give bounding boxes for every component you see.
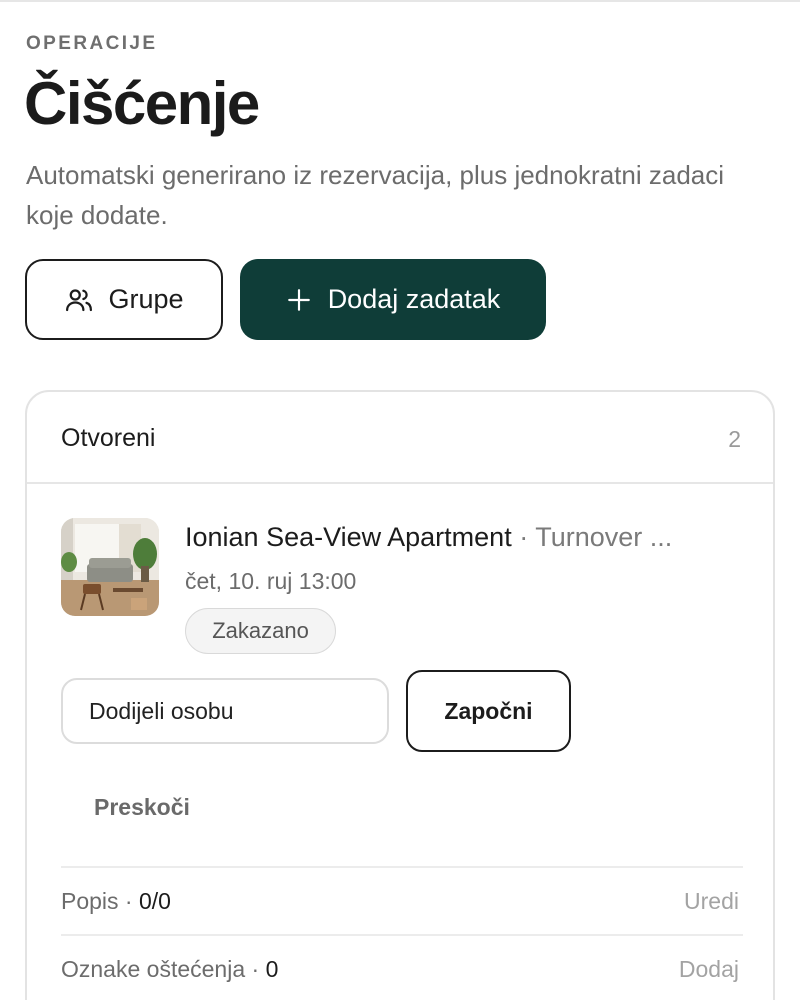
checklist-label: Popis · [61,888,133,914]
damage-row: Oznake oštećenja · 0 [61,956,278,983]
section-eyebrow: OPERACIJE [26,33,158,54]
add-task-button-label: Dodaj zadatak [327,284,501,314]
users-icon [64,285,94,315]
checklist-row: Popis · 0/0 [61,888,171,915]
row-divider [61,866,743,868]
title-separator: · [519,522,529,552]
page-subtitle: Automatski generirano iz rezervacija, pl… [26,160,725,230]
edit-checklist-link[interactable]: Uredi [684,888,739,915]
status-badge: Zakazano [185,608,336,654]
start-button[interactable]: Započni [406,670,571,752]
assign-person-select[interactable]: Dodijeli osobu [61,678,389,744]
card-header: Otvoreni 2 [27,392,773,484]
groups-button[interactable]: Grupe [25,259,223,340]
open-tasks-card: Otvoreni 2 Ionian Sea-View Apartment · T… [25,390,775,1000]
skip-button[interactable]: Preskoči [94,794,190,821]
property-thumbnail [61,518,159,616]
property-name: Ionian Sea-View Apartment [185,522,512,552]
top-divider [0,0,800,2]
task-title[interactable]: Ionian Sea-View Apartment · Turnover ... [185,522,745,553]
plus-icon [286,287,312,313]
page-title: Čišćenje [24,70,260,137]
task-datetime: čet, 10. ruj 13:00 [185,568,357,594]
add-damage-link[interactable]: Dodaj [679,956,739,983]
groups-button-label: Grupe [108,284,184,314]
card-title: Otvoreni [61,424,156,452]
row-divider [61,934,743,936]
add-task-button[interactable]: Dodaj zadatak [240,259,546,340]
checklist-value: 0/0 [138,888,171,914]
open-tasks-count: 2 [728,426,741,452]
damage-label: Oznake oštećenja · [61,956,260,982]
task-type: Turnover ... [535,522,673,552]
damage-value: 0 [265,956,279,982]
